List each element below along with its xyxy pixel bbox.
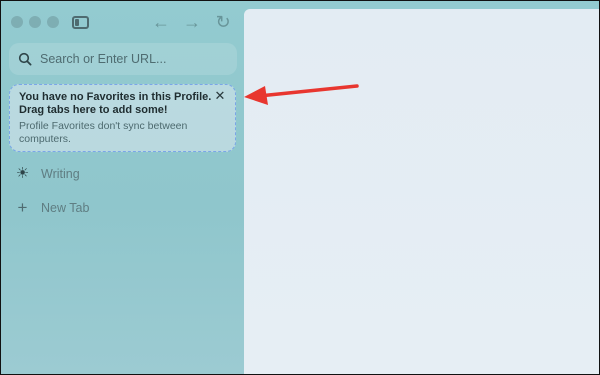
favorites-notice-title: You have no Favorites in this Profile. D…: [19, 91, 212, 116]
close-window-button[interactable]: [11, 16, 23, 28]
forward-glyph: →: [183, 12, 201, 32]
search-icon: [18, 52, 32, 66]
forward-arrow-icon[interactable]: →: [182, 12, 202, 32]
minimize-window-button[interactable]: [29, 16, 41, 28]
web-content-area[interactable]: [244, 9, 599, 374]
zoom-window-button[interactable]: [47, 16, 59, 28]
sidebar-toggle-icon[interactable]: [70, 12, 90, 32]
url-bar[interactable]: [9, 43, 237, 75]
reload-icon[interactable]: ↻: [213, 12, 233, 32]
favorites-notice-subtitle: Profile Favorites don't sync between com…: [19, 120, 188, 145]
reload-glyph: ↻: [215, 12, 231, 32]
browser-window: ← → ↻ You have no Favorites in this Prof…: [0, 0, 600, 375]
sidebar: ← → ↻ You have no Favorites in this Prof…: [1, 1, 243, 374]
sun-icon: ☀: [15, 165, 30, 182]
search-input[interactable]: [40, 52, 230, 66]
sidebar-item-new-tab[interactable]: + New Tab: [15, 198, 90, 217]
close-icon[interactable]: ✕: [213, 89, 227, 103]
favorites-notice: You have no Favorites in this Profile. D…: [9, 84, 236, 152]
sidebar-item-label: New Tab: [41, 200, 90, 215]
back-glyph: ←: [152, 12, 170, 32]
annotation-arrow-icon: [244, 84, 359, 105]
back-arrow-icon[interactable]: ←: [151, 12, 171, 32]
sidebar-item-label: Writing: [41, 166, 80, 181]
window-controls: [11, 16, 59, 28]
plus-icon: +: [17, 198, 28, 217]
sidebar-item-writing[interactable]: ☀ Writing: [15, 166, 80, 181]
